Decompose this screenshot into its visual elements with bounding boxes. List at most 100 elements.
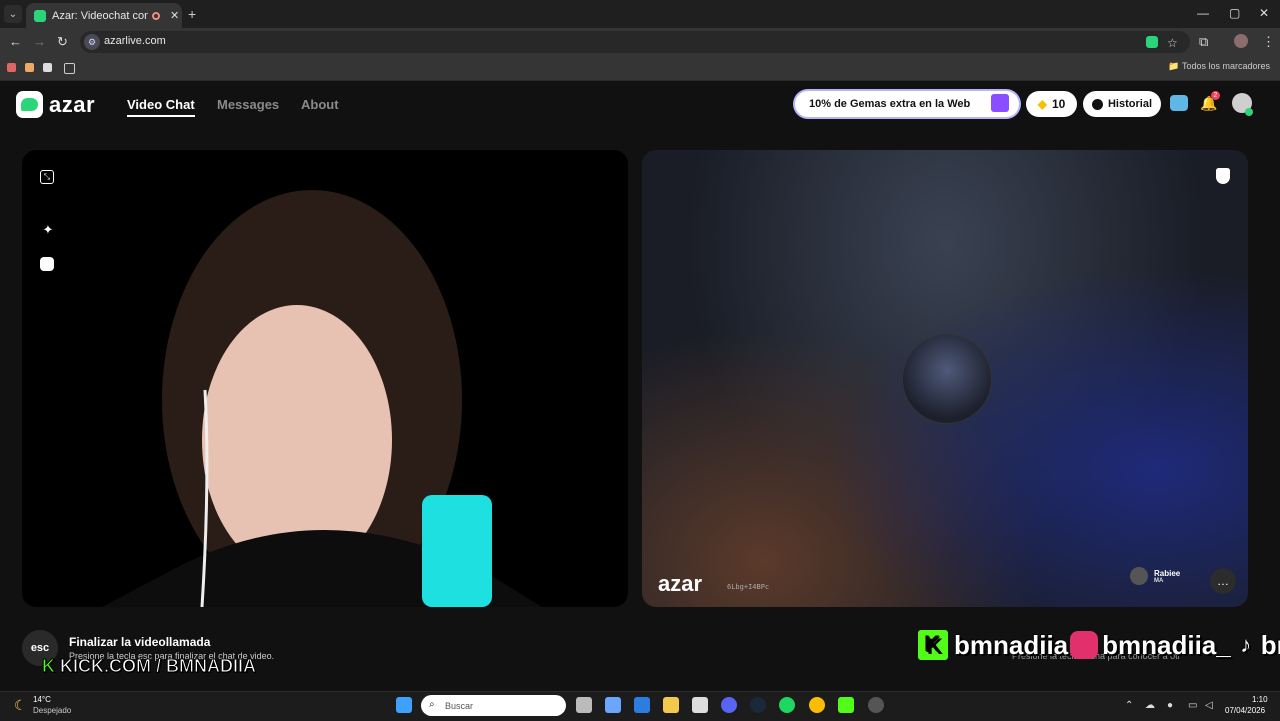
- azar-favicon-icon: [34, 9, 46, 22]
- kick-overlay: K KICK.COM / BMNADIIA: [42, 656, 257, 677]
- local-video: ⤡ ✦: [22, 150, 628, 607]
- minimize-video-icon[interactable]: ⤡: [40, 170, 54, 184]
- magic-filter-icon[interactable]: ✦: [40, 222, 56, 238]
- recording-indicator-icon: [152, 11, 160, 20]
- profile-avatar-icon[interactable]: [1234, 34, 1248, 48]
- face-effect-icon[interactable]: [40, 257, 54, 271]
- kick-logo-icon: K: [918, 630, 948, 660]
- kick-k-letter: K: [42, 656, 56, 677]
- azar-logo[interactable]: azar: [16, 91, 95, 118]
- minimize-button[interactable]: —: [1197, 6, 1209, 20]
- network-icon[interactable]: ▭: [1188, 700, 1197, 711]
- browser-tab-bar: ⌄ Azar: Videochat con gente ✕ + — ▢ ✕: [0, 0, 1280, 28]
- search-placeholder: Buscar: [445, 700, 474, 711]
- history-button[interactable]: Historial: [1083, 91, 1161, 117]
- end-call-title: Finalizar la videollamada: [69, 635, 211, 649]
- gems-count: 10: [1051, 97, 1066, 111]
- nav-video-chat[interactable]: Video Chat: [127, 97, 195, 117]
- forward-icon[interactable]: →: [33, 34, 46, 49]
- logo-mark-icon: [16, 91, 43, 118]
- tiktok-icon: ♪: [1240, 632, 1252, 657]
- bookmark-star-icon[interactable]: ☆: [1167, 36, 1178, 50]
- weather-status: Despejado: [33, 706, 72, 715]
- kick-app-icon[interactable]: [838, 697, 854, 713]
- reload-icon[interactable]: ↻: [57, 34, 68, 50]
- nav-messages[interactable]: Messages: [217, 97, 279, 112]
- tab-search-button[interactable]: ⌄: [4, 5, 22, 23]
- file-explorer-icon[interactable]: [663, 697, 679, 713]
- chat-bubble-icon[interactable]: …: [1210, 568, 1236, 594]
- outlook-icon[interactable]: [634, 697, 650, 713]
- peer-avatar: [902, 334, 992, 424]
- watermark-code: 6Lbg+I4BPc: [727, 583, 770, 591]
- task-view-icon[interactable]: [576, 697, 592, 713]
- cloud-icon[interactable]: ☁: [1145, 700, 1155, 711]
- bookmark-icon[interactable]: [25, 63, 34, 72]
- omnibox[interactable]: ⚙ azarlive.com ☆: [80, 31, 1190, 53]
- moon-weather-icon[interactable]: ☾: [14, 697, 27, 714]
- peer-country: MA: [1154, 577, 1164, 584]
- weather-temp: 14°C: [33, 695, 51, 704]
- back-icon[interactable]: ←: [9, 34, 22, 49]
- apps-grid-icon[interactable]: [64, 63, 75, 74]
- kick-handle: bmnadiia: [954, 629, 1069, 660]
- history-label: Historial: [1107, 98, 1152, 110]
- microphone-icon[interactable]: ●: [1167, 700, 1173, 711]
- remote-video: azar 6Lbg+I4BPc Rabiee MA …: [642, 150, 1248, 607]
- url-text: azarlive.com: [104, 35, 166, 47]
- gems-promo-button[interactable]: 10% de Gemas extra en la Web: [795, 91, 1019, 117]
- store-icon[interactable]: [605, 697, 621, 713]
- taskbar-search[interactable]: ⌕ Buscar: [421, 695, 566, 716]
- azar-page: azar Video Chat Messages About 10% de Ge…: [0, 81, 1280, 691]
- windows-taskbar: ☾ 14°C Despejado ⌕ Buscar ⌃ ☁ ● ▭ ◁ 1:10…: [0, 691, 1280, 721]
- local-video-frame: [102, 190, 542, 607]
- clock-icon: [1091, 98, 1103, 110]
- browser-menu-icon[interactable]: ⋮: [1262, 34, 1275, 50]
- nav-about[interactable]: About: [301, 97, 339, 112]
- peer-avatar-small: [1130, 567, 1148, 585]
- clock-time: 1:10: [1252, 695, 1268, 704]
- volume-icon[interactable]: ◁: [1205, 700, 1213, 711]
- address-bar: ← → ↻ ⚙ azarlive.com ☆ ⧉ ⋮: [0, 28, 1280, 56]
- chrome-icon[interactable]: [809, 697, 825, 713]
- notification-badge: 2: [1211, 91, 1220, 100]
- instagram-handle: bmnadiia_: [1102, 629, 1231, 660]
- bookmarks-bar: 📁 Todos los marcadores: [0, 56, 1280, 81]
- peer-name: Rabiee: [1154, 568, 1181, 578]
- all-bookmarks[interactable]: 📁 Todos los marcadores: [1168, 61, 1270, 72]
- logo-text: azar: [49, 91, 96, 117]
- all-bookmarks-label: Todos los marcadores: [1181, 61, 1270, 71]
- bookmark-icon[interactable]: [43, 63, 52, 72]
- promo-label: 10% de Gemas extra en la Web: [809, 98, 971, 110]
- close-window-button[interactable]: ✕: [1259, 6, 1269, 20]
- extension-icon[interactable]: [1146, 36, 1158, 48]
- discord-icon[interactable]: [721, 697, 737, 713]
- steam-icon[interactable]: [750, 697, 766, 713]
- maximize-button[interactable]: ▢: [1229, 6, 1240, 20]
- search-icon: ⌕: [429, 699, 435, 710]
- tiktok-handle: bmr: [1260, 629, 1280, 660]
- bookmark-icon[interactable]: [7, 63, 16, 72]
- obs-icon[interactable]: [868, 697, 884, 713]
- gems-button[interactable]: ◆ 10: [1026, 91, 1077, 117]
- shop-icon[interactable]: [1170, 95, 1188, 111]
- tab-close-icon[interactable]: ✕: [170, 9, 179, 22]
- report-shield-icon[interactable]: [1216, 168, 1230, 184]
- kick-channel: KICK.COM / BMNADIIA: [60, 656, 257, 677]
- clock-date: 07/04/2026: [1225, 706, 1266, 715]
- azar-watermark: azar: [658, 571, 703, 596]
- peer-info[interactable]: Rabiee MA: [1130, 567, 1180, 585]
- social-overlay: K bmnadiia bmnadiia_ ♪ bmr: [918, 627, 1280, 663]
- site-info-icon[interactable]: ⚙: [84, 34, 100, 50]
- instagram-icon: [1070, 631, 1099, 659]
- tray-chevron-icon[interactable]: ⌃: [1125, 700, 1133, 711]
- app-icon[interactable]: [692, 697, 708, 713]
- extensions-icon[interactable]: ⧉: [1199, 34, 1208, 50]
- new-tab-button[interactable]: +: [188, 6, 196, 22]
- spotify-icon[interactable]: [779, 697, 795, 713]
- windows-start-icon[interactable]: [396, 697, 412, 713]
- tab-title: Azar: Videochat con gente: [52, 9, 148, 22]
- gift-icon: [991, 94, 1009, 112]
- browser-tab[interactable]: Azar: Videochat con gente ✕: [26, 3, 182, 28]
- gem-icon: ◆: [1037, 97, 1047, 111]
